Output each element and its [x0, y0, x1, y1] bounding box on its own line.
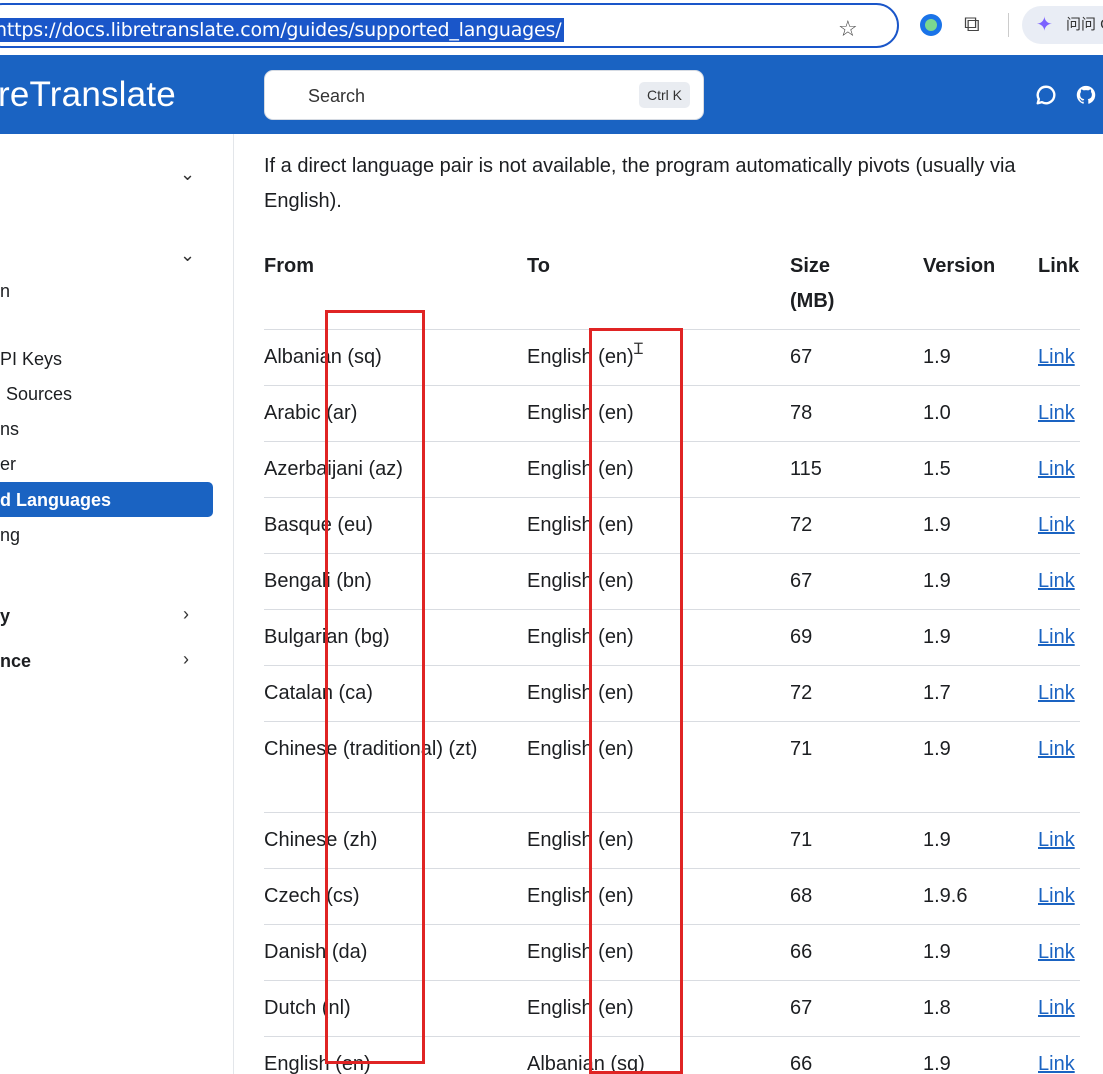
cell-version: 1.7 [923, 682, 951, 704]
sidebar-item[interactable]: n [0, 279, 10, 303]
cell-size: 67 [790, 997, 813, 1019]
column-header-size: Size (MB) [790, 255, 835, 312]
column-header-version: Version [923, 255, 996, 277]
docs-sidebar: ⌄ ⌄ n PI Keys Sources ns er d Languages … [0, 134, 234, 1074]
row-link[interactable]: Link [1038, 564, 1083, 599]
annotation-box [589, 328, 683, 1074]
chevron-right-icon[interactable]: › [183, 604, 189, 624]
sidebar-category[interactable]: y [0, 604, 10, 628]
chat-icon[interactable] [1035, 84, 1057, 106]
cell-size: 78 [790, 402, 813, 424]
cell-version: 1.9 [923, 829, 951, 851]
cell-size: 69 [790, 626, 813, 648]
cell-version: 1.8 [923, 997, 951, 1019]
row-link[interactable]: Link [1038, 508, 1083, 543]
row-link[interactable]: Link [1038, 732, 1083, 767]
chevron-down-icon[interactable]: ⌄ [180, 164, 195, 184]
cell-version: 1.5 [923, 458, 951, 480]
extensions-puzzle-icon[interactable]: ⧉ [964, 12, 980, 36]
row-link[interactable]: Link [1038, 340, 1083, 375]
sidebar-item-label: d Languages [0, 490, 112, 510]
row-link[interactable]: Link [1038, 879, 1083, 914]
sidebar-item[interactable]: ng [0, 523, 20, 547]
cell-size: 72 [790, 514, 813, 536]
cell-size: 71 [790, 829, 813, 851]
sidebar-item-sources[interactable]: Sources [6, 382, 72, 406]
text-cursor-icon: Ɪ [634, 341, 643, 358]
annotation-box [325, 310, 425, 1064]
ask-assistant-label: 问问 G [1066, 16, 1103, 33]
cell-version: 1.9 [923, 626, 951, 648]
search-label: Search [308, 86, 366, 106]
column-header-from: From [264, 255, 314, 277]
row-link[interactable]: Link [1038, 823, 1083, 858]
ask-assistant-button[interactable]: ✦ 问问 G [1022, 6, 1103, 44]
search-shortcut: Ctrl K [639, 82, 690, 108]
column-header-to: To [527, 255, 550, 277]
site-header: reTranslate Search Ctrl K [0, 55, 1103, 134]
search-box[interactable]: Search Ctrl K [264, 70, 704, 120]
cell-version: 1.0 [923, 402, 951, 424]
row-link[interactable]: Link [1038, 620, 1083, 655]
sidebar-category[interactable]: nce [0, 649, 31, 673]
chevron-down-icon[interactable]: ⌄ [180, 245, 195, 265]
row-link[interactable]: Link [1038, 396, 1083, 431]
cell-version: 1.9 [923, 941, 951, 963]
cell-version: 1.9 [923, 570, 951, 592]
row-link[interactable]: Link [1038, 991, 1083, 1026]
sidebar-item[interactable]: er [0, 452, 16, 476]
sparkle-icon: ✦ [1036, 14, 1053, 36]
row-link[interactable]: Link [1038, 452, 1083, 487]
toolbar-divider [1008, 13, 1009, 37]
bookmark-star-icon[interactable]: ☆ [838, 17, 858, 41]
site-brand[interactable]: reTranslate [0, 74, 176, 116]
cell-version: 1.9 [923, 514, 951, 536]
chevron-right-icon[interactable]: › [183, 649, 189, 669]
url-text[interactable]: https://docs.libretranslate.com/guides/s… [0, 18, 565, 42]
cell-version: 1.9.6 [923, 885, 968, 907]
cell-size: 67 [790, 570, 813, 592]
cell-size: 67 [790, 346, 813, 368]
browser-toolbar: https://docs.libretranslate.com/guides/s… [0, 0, 1103, 55]
sidebar-item-api-keys[interactable]: PI Keys [0, 347, 62, 371]
cell-size: 68 [790, 885, 813, 907]
cell-size: 72 [790, 682, 813, 704]
extension-icon[interactable] [920, 14, 942, 36]
row-link[interactable]: Link [1038, 935, 1083, 970]
cell-size: 71 [790, 738, 813, 760]
sidebar-item[interactable]: ns [0, 417, 19, 441]
address-bar[interactable]: https://docs.libretranslate.com/guides/s… [0, 3, 899, 48]
cell-size: 66 [790, 941, 813, 963]
cell-version: 1.9 [923, 346, 951, 368]
cell-version: 1.9 [923, 738, 951, 760]
row-link[interactable]: Link [1038, 1047, 1083, 1074]
row-link[interactable]: Link [1038, 676, 1083, 711]
cell-size: 115 [790, 458, 822, 480]
column-header-link: Link [1038, 255, 1080, 277]
sidebar-item-supported-languages[interactable]: d Languages [0, 482, 213, 517]
cell-size: 66 [790, 1053, 813, 1074]
github-icon[interactable] [1075, 84, 1097, 106]
cell-version: 1.9 [923, 1053, 951, 1074]
intro-paragraph: If a direct language pair is not availab… [264, 155, 1016, 212]
